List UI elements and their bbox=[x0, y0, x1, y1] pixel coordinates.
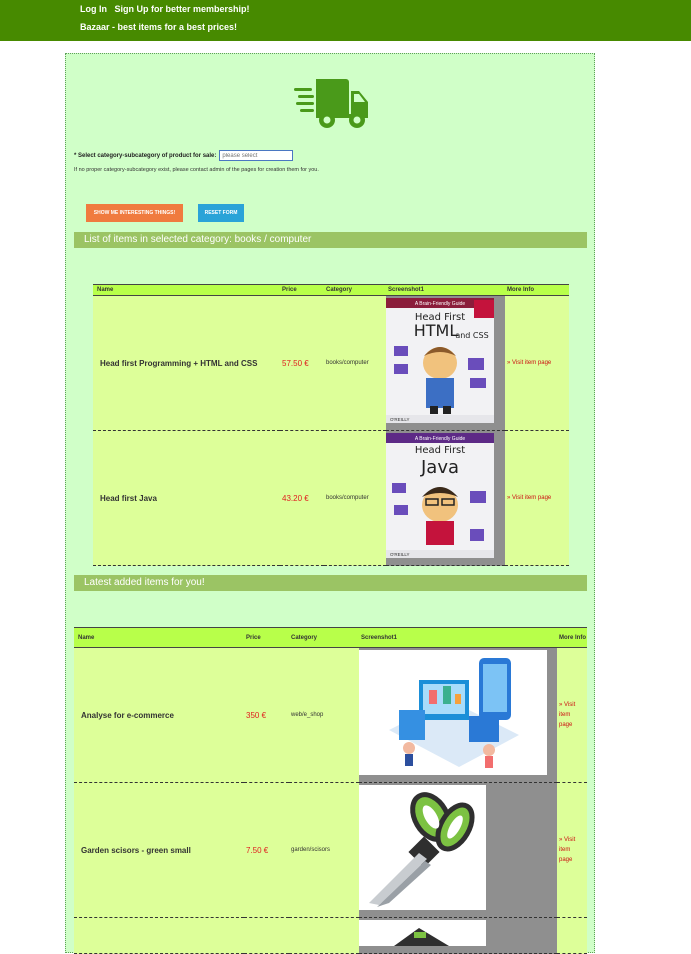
item-name: Head first Programming + HTML and CSS bbox=[93, 295, 280, 431]
col-name: Name bbox=[93, 284, 280, 296]
cover-footer: O'REILLY bbox=[390, 417, 410, 422]
item-price: 57.50 € bbox=[280, 295, 324, 431]
col-price: Price bbox=[280, 284, 324, 296]
table-row: Head first Java 43.20 € books/computer A… bbox=[93, 430, 569, 566]
item-screenshot-cell bbox=[359, 647, 557, 783]
item-category: books/computer bbox=[324, 430, 386, 566]
table-row: Analyse for e-commerce 350 € web/e_shop bbox=[74, 647, 587, 783]
site-tagline[interactable]: Bazaar - best items for a best prices! bbox=[80, 22, 237, 32]
book-cover-java-image[interactable]: A Brain-Friendly Guide Head First Java O… bbox=[386, 433, 494, 558]
item-screenshot-cell bbox=[359, 782, 557, 918]
col-category: Category bbox=[324, 284, 386, 296]
book-cover-html-image[interactable]: A Brain-Friendly Guide Head First HTML a… bbox=[386, 298, 494, 423]
category-select-row: * Select category-subcategory of product… bbox=[74, 150, 294, 161]
visit-item-link[interactable]: » Visit item page bbox=[557, 782, 587, 918]
visit-line-1[interactable]: » Visit bbox=[559, 700, 587, 710]
visit-line-3[interactable]: page bbox=[559, 855, 587, 865]
show-things-button[interactable]: SHOW ME INTERESTING THINGS! bbox=[86, 204, 183, 222]
visit-line-2[interactable]: item bbox=[559, 845, 587, 855]
item-screenshot-cell: A Brain-Friendly Guide Head First Java O… bbox=[386, 430, 505, 566]
partial-item-image[interactable] bbox=[359, 920, 486, 946]
item-price: 350 € bbox=[244, 647, 289, 783]
visit-item-link[interactable]: » Visit item page bbox=[505, 430, 569, 566]
table-row: Head first Programming + HTML and CSS 57… bbox=[93, 295, 569, 431]
cover-header: A Brain-Friendly Guide bbox=[415, 301, 466, 307]
item-category: web/e_shop bbox=[289, 647, 359, 783]
delivery-truck-icon bbox=[294, 79, 368, 128]
cover-title-1: Head First bbox=[415, 445, 465, 456]
latest-section-heading: Latest added items for you! bbox=[74, 575, 587, 591]
scissors-image[interactable] bbox=[359, 785, 486, 910]
item-name: Head first Java bbox=[93, 430, 280, 566]
visit-item-link[interactable]: » Visit item page bbox=[557, 647, 587, 783]
item-screenshot-cell: A Brain-Friendly Guide Head First HTML a… bbox=[386, 295, 505, 431]
latest-items-table: Name Price Category Screenshot1 More Inf… bbox=[74, 627, 587, 954]
table-row bbox=[74, 917, 587, 954]
main-panel: * Select category-subcategory of product… bbox=[65, 53, 595, 954]
category-note: If no proper category-subcategory exist,… bbox=[74, 167, 319, 173]
col-price: Price bbox=[244, 627, 289, 648]
item-name: Garden scisors - green small bbox=[74, 782, 244, 918]
category-section-heading: List of items in selected category: book… bbox=[74, 232, 587, 248]
item-category: garden/scisors bbox=[289, 782, 359, 918]
col-more-info: More Info bbox=[505, 284, 569, 296]
cover-title-2: HTML bbox=[414, 321, 459, 340]
item-price: 43.20 € bbox=[280, 430, 324, 566]
category-select-input[interactable] bbox=[219, 150, 294, 161]
item-screenshot-cell bbox=[359, 917, 557, 954]
item-category: books/computer bbox=[324, 295, 386, 431]
table-row: Garden scisors - green small 7.50 € gard… bbox=[74, 782, 587, 918]
visit-line-1[interactable]: » Visit bbox=[559, 835, 587, 845]
cover-header: A Brain-Friendly Guide bbox=[415, 436, 466, 442]
col-name: Name bbox=[74, 627, 244, 648]
reset-form-button[interactable]: RESET FORM bbox=[198, 204, 244, 222]
top-links: Log In Sign Up for better membership! bbox=[80, 4, 255, 14]
cover-title-3: and CSS bbox=[455, 331, 488, 340]
item-name: Analyse for e-commerce bbox=[74, 647, 244, 783]
col-more-info: More Info bbox=[557, 627, 587, 648]
cover-footer: O'REILLY bbox=[390, 552, 410, 557]
col-category: Category bbox=[289, 627, 359, 648]
ecommerce-illustration-image[interactable] bbox=[359, 650, 547, 775]
signup-link[interactable]: Sign Up for better membership! bbox=[115, 4, 250, 14]
visit-line-2[interactable]: item bbox=[559, 710, 587, 720]
top-bar: Log In Sign Up for better membership! Ba… bbox=[0, 0, 691, 41]
visit-item-link[interactable]: » Visit item page bbox=[505, 295, 569, 431]
visit-line-3[interactable]: page bbox=[559, 720, 587, 730]
category-items-table: Name Price Category Screenshot1 More Inf… bbox=[93, 284, 569, 566]
col-screenshot: Screenshot1 bbox=[386, 284, 505, 296]
cover-title-2: Java bbox=[420, 457, 459, 478]
item-price: 7.50 € bbox=[244, 782, 289, 918]
col-screenshot: Screenshot1 bbox=[359, 627, 557, 648]
login-link[interactable]: Log In bbox=[80, 4, 107, 14]
category-select-label: * Select category-subcategory of product… bbox=[74, 152, 217, 159]
